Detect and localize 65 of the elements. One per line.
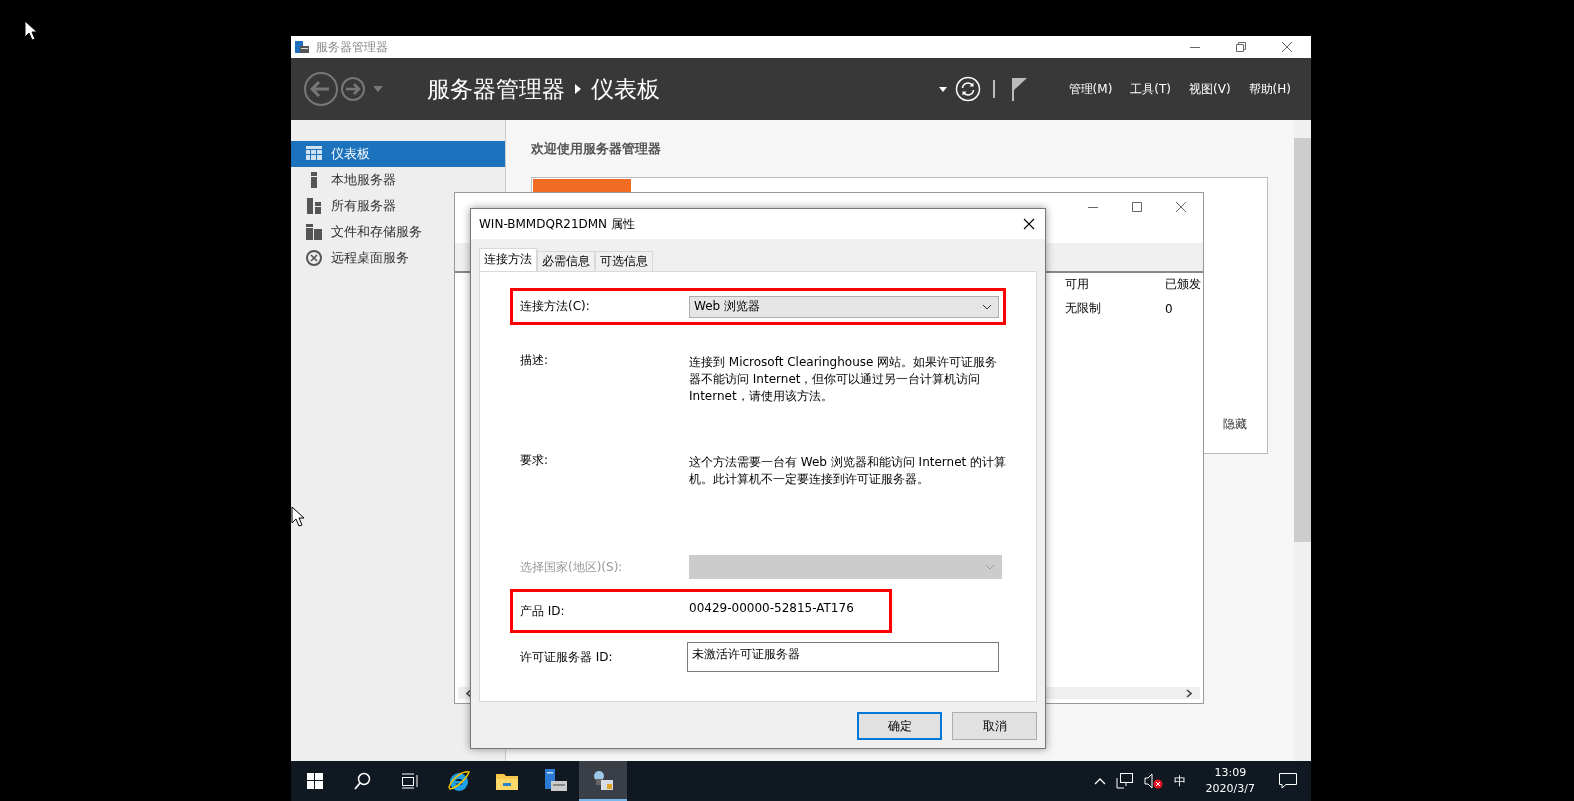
caret-icon: [575, 84, 581, 94]
servers-icon: [306, 198, 322, 214]
refresh-icon[interactable]: [954, 76, 981, 102]
scrollbar[interactable]: [1294, 120, 1311, 761]
menu-item[interactable]: 帮助(H): [1248, 80, 1291, 98]
table-cell: 0: [1165, 301, 1173, 316]
folder-icon: [496, 772, 518, 790]
field-label: 选择国家(地区)(S):: [520, 558, 624, 576]
window-title: 服务器管理器: [316, 38, 388, 56]
server-manager-icon: [543, 769, 567, 793]
flag-icon[interactable]: [1010, 77, 1029, 101]
description-text: 这个方法需要一台有 Web 浏览器和能访问 Internet 的计算机。此计算机不一定要连接到许可证服务器。: [689, 454, 1008, 488]
circle-cross-icon: [306, 250, 322, 266]
field-label: 要求:: [520, 452, 550, 469]
maximize-icon[interactable]: [1131, 201, 1143, 213]
clock[interactable]: 13:09 2020/3/7: [1205, 765, 1255, 797]
grid-icon: [306, 146, 322, 162]
browser-icon: [447, 769, 471, 793]
dialog-button[interactable]: 取消: [952, 712, 1037, 740]
server-manager-icon: [294, 40, 310, 54]
caret-icon[interactable]: [938, 86, 947, 92]
field-label: 产品 ID:: [520, 602, 566, 620]
section-title: 欢迎使用服务器管理器: [531, 140, 662, 158]
tab[interactable]: 必需信息: [537, 251, 595, 271]
tab[interactable]: 连接方法: [479, 248, 537, 271]
breadcrumb-item[interactable]: 服务器管理器: [427, 73, 565, 105]
column-header[interactable]: 已颁发: [1165, 276, 1201, 293]
tab[interactable]: 可选信息: [595, 251, 653, 271]
menu-item[interactable]: 视图(V): [1189, 80, 1231, 98]
hide-link[interactable]: 隐藏: [1223, 416, 1247, 433]
description-text: 连接到 Microsoft Clearinghouse 网站。如果许可证服务器不能访问 Internet，但你可以通过另一台计算机访问 Internet，请使用该方法。: [689, 354, 999, 405]
table-cell-text: 无限制: [1065, 300, 1102, 317]
field-label: 许可证服务器 ID:: [520, 648, 614, 666]
back-icon[interactable]: [303, 71, 339, 107]
menu-item[interactable]: 工具(T): [1130, 80, 1172, 98]
field-label: 连接方法(C):: [520, 298, 591, 315]
input-method-indicator[interactable]: 中: [1173, 772, 1186, 790]
chevron-down-icon: [985, 564, 995, 570]
dialog-button[interactable]: 确定: [857, 712, 942, 740]
field-label: 描述:: [520, 352, 550, 369]
menu-item[interactable]: 管理(M): [1068, 80, 1113, 98]
text-field[interactable]: 未激活许可证服务器: [687, 642, 999, 672]
network-icon[interactable]: [1115, 773, 1134, 789]
forward-icon[interactable]: [340, 76, 366, 102]
mouse-pointer-icon: [24, 20, 38, 41]
sidebar-item[interactable]: 仪表板: [291, 141, 505, 167]
breadcrumb-item: 仪表板: [591, 74, 660, 104]
mouse-pointer-icon: [291, 506, 305, 527]
sidebar-item[interactable]: 本地服务器: [291, 167, 505, 193]
dialog-title: WIN-BMMDQR21DMN 属性: [479, 215, 635, 233]
close-icon[interactable]: [1023, 218, 1035, 230]
chevron-right-icon[interactable]: [1186, 688, 1192, 698]
taskbar-button[interactable]: [579, 761, 627, 801]
dropdown[interactable]: Web 浏览器: [689, 295, 999, 318]
notification-icon[interactable]: [1279, 773, 1297, 789]
restore-icon[interactable]: [1235, 41, 1247, 53]
folder-icon: [306, 224, 322, 240]
licensing-icon: [592, 769, 614, 791]
task-view-icon: [402, 773, 420, 789]
volume-muted-icon[interactable]: [1143, 773, 1164, 789]
windows-icon: [307, 773, 323, 789]
chevron-down-icon: [982, 303, 992, 310]
chevron-up-icon[interactable]: [1093, 777, 1106, 785]
search-icon: [354, 772, 372, 790]
column-header[interactable]: 可用: [1065, 276, 1165, 293]
